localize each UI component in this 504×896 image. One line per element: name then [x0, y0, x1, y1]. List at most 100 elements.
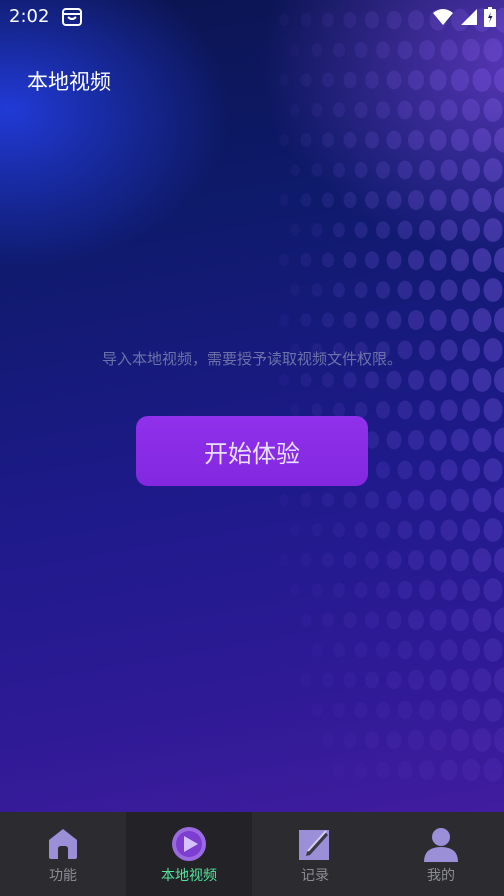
- background-dot: [376, 101, 390, 119]
- background-dot: [451, 308, 469, 332]
- background-dot: [408, 190, 424, 210]
- background-dot: [472, 368, 492, 392]
- background-dot: [440, 159, 458, 181]
- background-dot: [408, 670, 424, 690]
- background-dot: [419, 580, 435, 600]
- background-dot: [462, 218, 480, 242]
- background-dot: [354, 41, 368, 59]
- start-experience-button[interactable]: 开始体验: [136, 416, 368, 486]
- shopping-bag-icon: [62, 8, 82, 26]
- background-dot: [419, 460, 435, 480]
- background-dot: [333, 642, 345, 658]
- background-dot: [494, 667, 504, 693]
- background-dot: [419, 700, 435, 720]
- background-dot: [397, 700, 413, 720]
- background-dot: [333, 102, 345, 118]
- background-dot: [483, 578, 503, 602]
- nav-item-records[interactable]: 记录: [252, 812, 378, 896]
- background-dot: [300, 73, 312, 87]
- background-dot: [483, 518, 503, 542]
- background-dot: [376, 641, 390, 659]
- background-dot: [408, 610, 424, 630]
- background-dot: [386, 70, 402, 90]
- background-dot: [365, 551, 379, 569]
- nav-item-profile[interactable]: 我的: [378, 812, 504, 896]
- background-dot: [354, 101, 368, 119]
- background-dot: [494, 427, 504, 453]
- background-dot: [397, 280, 413, 300]
- background-dot: [429, 189, 447, 211]
- background-dot: [494, 547, 504, 573]
- background-dot: [376, 401, 390, 419]
- background-dot: [397, 580, 413, 600]
- home-icon: [49, 829, 77, 859]
- background-dot: [440, 399, 458, 421]
- background-dot: [494, 187, 504, 213]
- background-dot: [311, 103, 323, 117]
- background-dot: [333, 42, 345, 58]
- status-time: 2:02: [9, 6, 50, 27]
- background-dot: [429, 309, 447, 331]
- background-dot: [451, 548, 469, 572]
- background-dot: [290, 524, 300, 537]
- background-dot: [472, 608, 492, 632]
- user-icon: [424, 828, 458, 862]
- background-dot: [376, 521, 390, 539]
- background-dot: [429, 129, 447, 151]
- background-dot: [311, 283, 323, 297]
- screen: 2:02 本地视频 导入本地视频，需要授予读取视频文件权限。 开始体验 功能 本…: [0, 0, 504, 896]
- background-dot: [462, 758, 480, 782]
- nav-label-records: 记录: [301, 868, 329, 884]
- background-dot: [440, 279, 458, 301]
- background-dot: [462, 158, 480, 182]
- background-dot: [429, 729, 447, 751]
- background-dot: [451, 248, 469, 272]
- background-dot: [311, 223, 323, 237]
- background-dot: [354, 641, 368, 659]
- background-dot: [462, 278, 480, 302]
- background-dot: [290, 403, 300, 417]
- background-dot: [472, 68, 492, 92]
- nav-item-local-video[interactable]: 本地视频: [126, 812, 252, 896]
- background-dot: [386, 370, 402, 390]
- background-dot: [365, 371, 379, 389]
- nav-label-profile: 我的: [427, 868, 455, 884]
- background-dot: [419, 400, 435, 420]
- background-dot: [376, 221, 390, 239]
- background-dot: [408, 310, 424, 330]
- background-dot: [397, 400, 413, 420]
- background-dot: [494, 607, 504, 633]
- nav-item-features[interactable]: 功能: [0, 812, 126, 896]
- background-dot: [301, 673, 312, 687]
- background-dot: [343, 71, 357, 89]
- background-dot: [451, 428, 469, 452]
- background-dot: [472, 668, 492, 692]
- background-dot: [494, 307, 504, 333]
- background-dot: [322, 372, 334, 388]
- background-dot: [429, 69, 447, 91]
- background-dot: [376, 581, 390, 599]
- background-dot: [300, 133, 312, 147]
- background-dot: [386, 250, 402, 270]
- background-dot: [483, 458, 503, 482]
- background-dot: [451, 488, 469, 512]
- background-dot: [343, 191, 357, 209]
- background-dot: [472, 248, 492, 272]
- background-dot: [408, 70, 424, 90]
- wifi-icon: [433, 9, 453, 25]
- background-dot: [440, 579, 458, 601]
- background-dot: [451, 128, 469, 152]
- background-dot: [279, 73, 289, 87]
- status-bar: 2:02: [0, 0, 504, 34]
- background-dot: [462, 98, 480, 122]
- background-dot: [483, 398, 503, 422]
- background-dot: [397, 160, 413, 180]
- background-dot: [322, 72, 334, 88]
- background-dot: [300, 613, 312, 627]
- background-dot: [290, 223, 300, 237]
- bottom-navigation: 功能 本地视频 记录 我的: [0, 812, 504, 896]
- background-dot: [408, 370, 424, 390]
- background-dot: [343, 491, 357, 509]
- background-dot: [462, 398, 480, 422]
- background-dot: [354, 281, 368, 299]
